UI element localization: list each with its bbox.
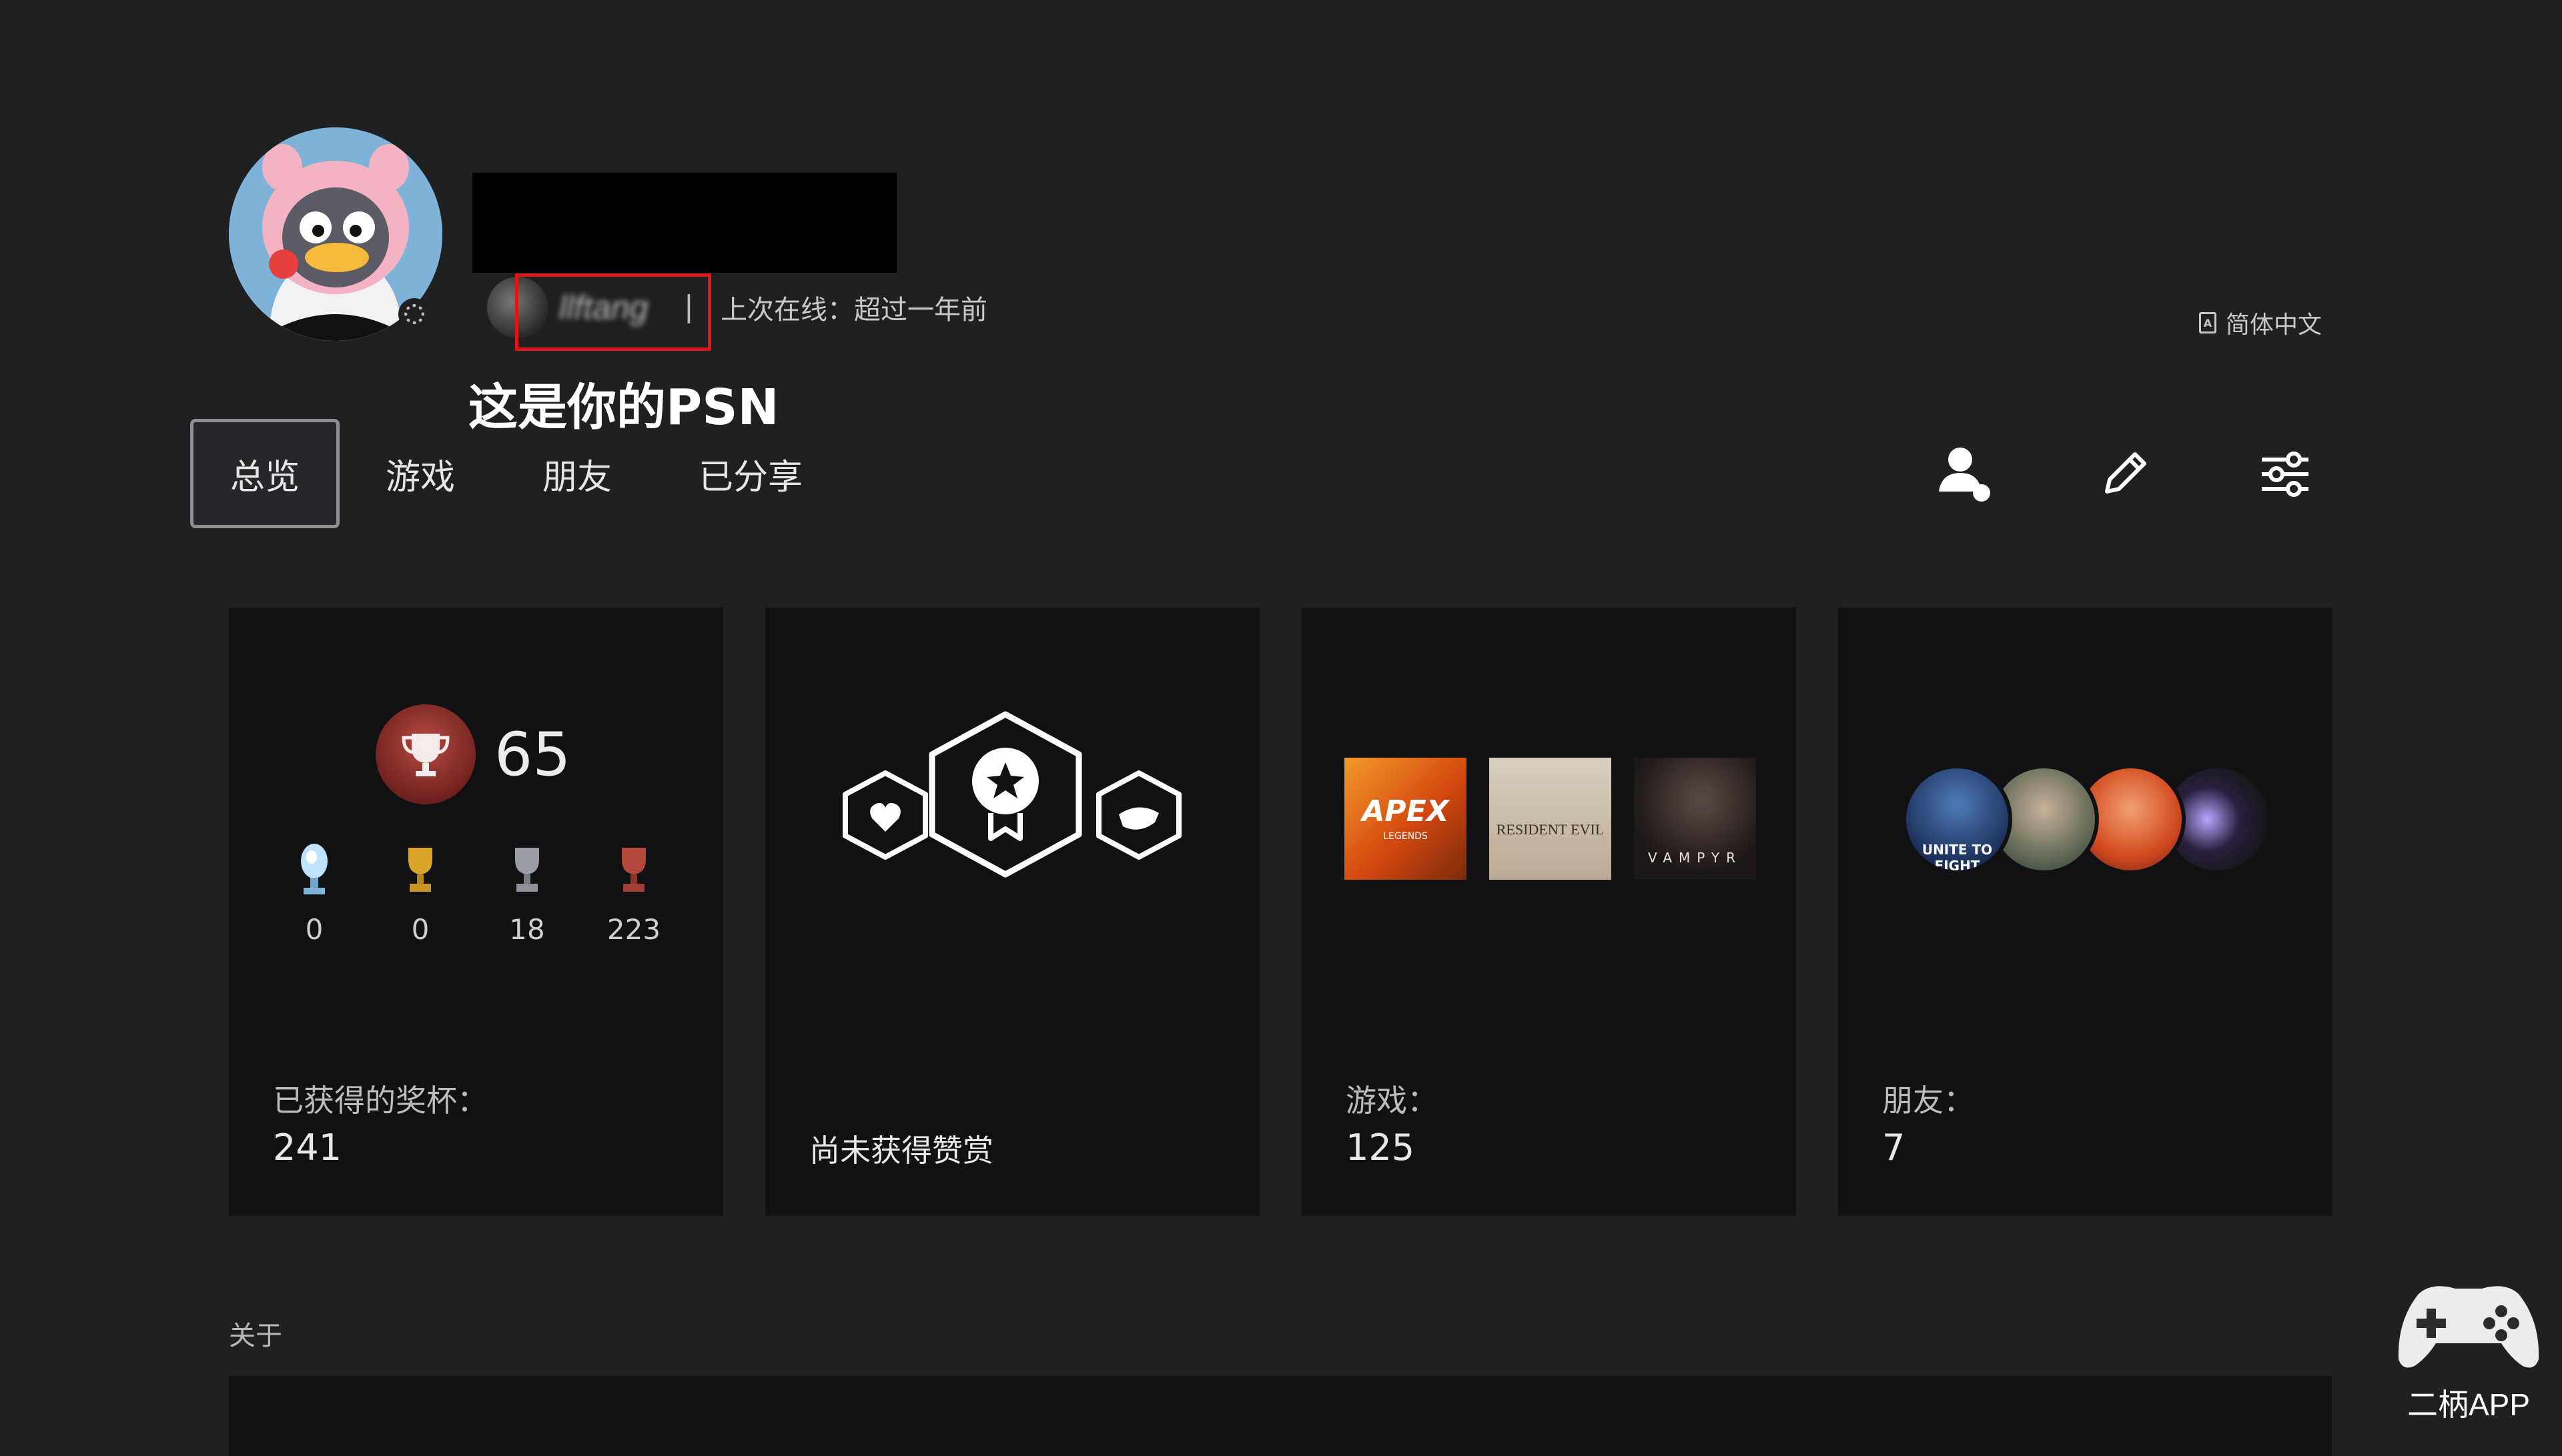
game-cover-vampyr: VAMPYR	[1634, 758, 1756, 880]
about-panel	[229, 1376, 2332, 1456]
gold-count: 0	[411, 913, 430, 946]
platinum-trophy-icon	[301, 844, 328, 894]
status-indicator	[398, 298, 430, 330]
settings-sliders-icon[interactable]	[2252, 440, 2318, 507]
games-count: 125	[1346, 1127, 1415, 1169]
bronze-trophy-icon	[622, 848, 646, 892]
game-cover-resident-evil: RESIDENT EVIL	[1489, 758, 1611, 880]
silver-trophy: 18	[490, 841, 564, 946]
edit-icon[interactable]	[2092, 440, 2158, 507]
gold-trophy-icon	[408, 848, 432, 892]
game-cover-apex: APEX LEGENDS	[1344, 758, 1466, 880]
watermark-text: 二柄APP	[2407, 1387, 2531, 1422]
friend-avatar: UNITE TO FIGHT	[1902, 764, 2012, 874]
bronze-count: 223	[606, 913, 661, 946]
redacted-name	[472, 173, 897, 273]
watermark: 二柄APP	[2389, 1274, 2549, 1425]
friends-count: 7	[1882, 1127, 1905, 1169]
trophy-level-icon	[376, 704, 476, 804]
trophy-level: 65	[494, 720, 571, 790]
platinum-count: 0	[305, 913, 324, 946]
trophies-label: 已获得的奖杯：	[273, 1082, 488, 1119]
tab-friends[interactable]: 朋友	[510, 419, 644, 528]
separator: |	[684, 289, 694, 323]
games-card[interactable]: APEX LEGENDS RESIDENT EVIL VAMPYR 游戏： 12…	[1302, 608, 1796, 1216]
language-icon: A	[2199, 312, 2216, 333]
language-indicator[interactable]: A 简体中文	[2199, 305, 2322, 340]
gamepad-icon	[2398, 1286, 2539, 1368]
add-friend-icon[interactable]	[1932, 440, 1998, 507]
highlight-box	[515, 273, 711, 351]
tab-overview[interactable]: 总览	[190, 419, 340, 528]
praise-text: 尚未获得赞赏	[809, 1133, 993, 1169]
trophies-total: 241	[273, 1127, 342, 1169]
bronze-trophy: 223	[597, 841, 671, 946]
silver-trophy-icon	[515, 848, 539, 892]
language-label: 简体中文	[2226, 311, 2322, 339]
tab-games[interactable]: 游戏	[354, 419, 487, 528]
games-label: 游戏：	[1346, 1082, 1438, 1119]
gold-trophy: 0	[384, 841, 457, 946]
about-heading: 关于	[229, 1321, 282, 1351]
praise-badges-icon	[843, 711, 1182, 878]
tab-shared[interactable]: 已分享	[674, 419, 827, 528]
platinum-trophy: 0	[278, 841, 351, 946]
friends-card[interactable]: UNITE TO FIGHT 朋友： 7	[1838, 608, 2332, 1216]
silver-count: 18	[509, 913, 545, 946]
praise-card[interactable]: 尚未获得赞赏	[765, 608, 1260, 1216]
trophies-card[interactable]: 65 0 0 18 223 已获得的奖杯： 241	[229, 608, 723, 1216]
friends-label: 朋友：	[1882, 1082, 1974, 1119]
last-online-text: 上次在线：超过一年前	[721, 295, 987, 325]
